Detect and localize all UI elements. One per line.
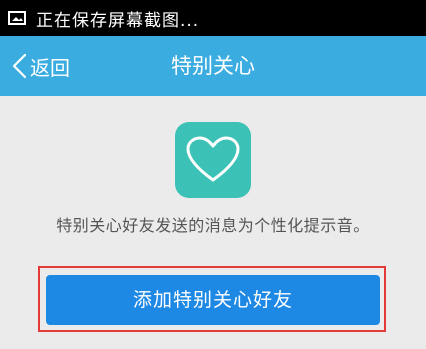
- status-bar: 正在保存屏幕截图...: [0, 0, 426, 36]
- chevron-left-icon: [12, 53, 27, 79]
- special-care-page: 正在保存屏幕截图... 特别关心 返回 特别关心好友发送的消息为个性化提示音。 …: [0, 0, 426, 349]
- image-icon: [8, 11, 26, 25]
- title-bar: 特别关心 返回: [0, 36, 426, 96]
- back-label: 返回: [30, 55, 70, 80]
- status-text: 正在保存屏幕截图...: [36, 10, 200, 31]
- add-special-care-friend-button[interactable]: 添加特别关心好友: [46, 275, 380, 325]
- heart-icon: [175, 122, 251, 198]
- back-button[interactable]: 返回: [10, 36, 70, 96]
- description-text: 特别关心好友发送的消息为个性化提示音。: [56, 216, 370, 235]
